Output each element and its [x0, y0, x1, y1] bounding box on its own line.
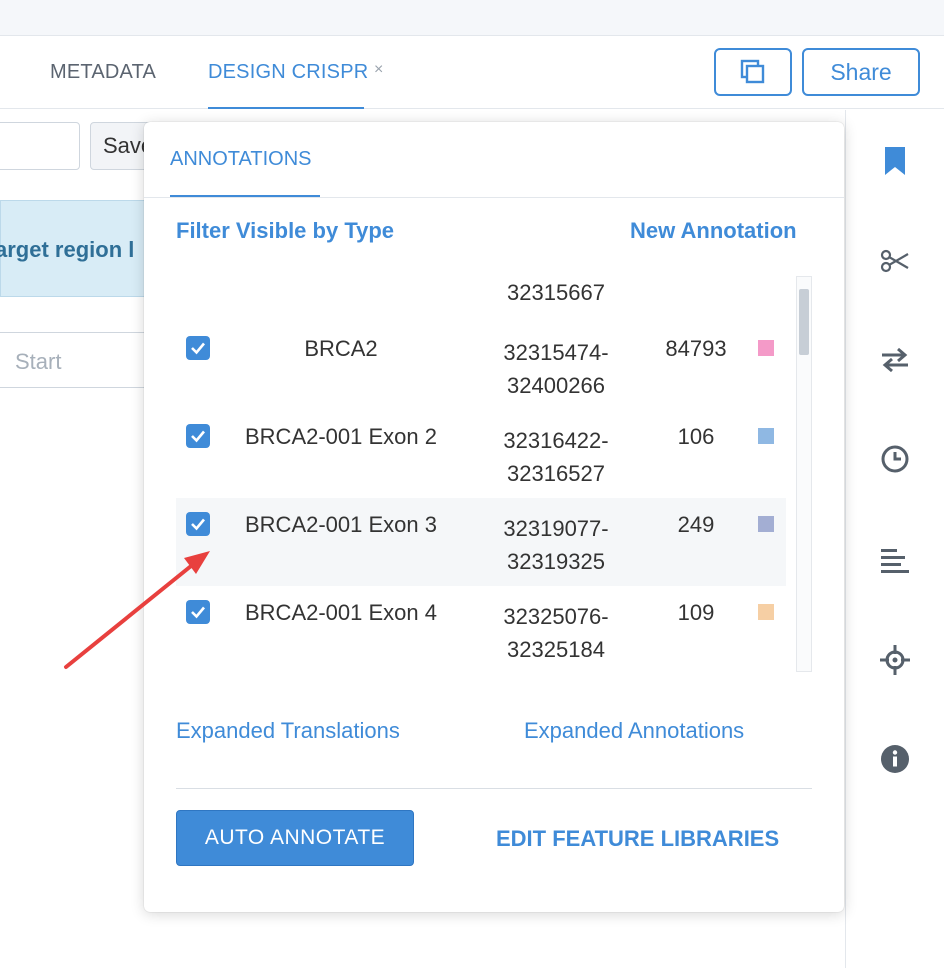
tab-annotations[interactable]: ANNOTATIONS: [170, 148, 311, 171]
range-start: 32316422-: [503, 428, 609, 453]
annotation-length: 106: [677, 424, 715, 449]
align-left-icon[interactable]: [878, 544, 912, 578]
annotation-name: BRCA2-001 Exon 3: [245, 512, 437, 537]
annotation-name: BRCA2-001 Exon 2: [245, 424, 437, 449]
expanded-translations-link[interactable]: Expanded Translations: [176, 718, 400, 744]
range-start: 32325076-: [503, 604, 609, 629]
tab-metadata[interactable]: METADATA: [50, 61, 156, 84]
top-strip: [0, 0, 944, 36]
annotation-name: BRCA2: [304, 336, 378, 361]
name-input[interactable]: [0, 122, 80, 170]
list-item[interactable]: BRCA2 32315474- 32400266 84793: [176, 322, 786, 410]
swap-arrows-icon[interactable]: [878, 343, 912, 377]
range-end: 32400266: [507, 373, 605, 398]
copy-button[interactable]: [714, 48, 792, 96]
range-start: 32315474-: [503, 340, 609, 365]
range-start: 32319077-: [503, 516, 609, 541]
row-checkbox[interactable]: [186, 424, 210, 448]
list-item[interactable]: BRCA2-001 Exon 2 32316422- 32316527 106: [176, 410, 786, 498]
copy-icon: [740, 59, 765, 84]
edit-feature-libraries-button[interactable]: EDIT FEATURE LIBRARIES: [496, 826, 779, 852]
scissors-icon[interactable]: [878, 244, 912, 278]
color-swatch[interactable]: [758, 340, 774, 356]
color-swatch[interactable]: [758, 428, 774, 444]
tab-design-crispr[interactable]: DESIGN CRISPR: [208, 61, 368, 84]
list-item[interactable]: BRCA2-001 Exon 3 32319077- 32319325 249: [176, 498, 786, 586]
annotations-panel: ANNOTATIONS Filter Visible by Type New A…: [144, 122, 844, 912]
list-scrollbar[interactable]: [796, 276, 812, 672]
color-swatch[interactable]: [758, 516, 774, 532]
checkmark-icon: [191, 518, 205, 531]
annotation-length: 249: [677, 512, 715, 537]
share-button[interactable]: Share: [802, 48, 920, 96]
target-region-banner: arget region l: [0, 200, 160, 297]
banner-text: arget region l: [0, 237, 135, 262]
annotation-length: 109: [677, 600, 715, 625]
checkmark-icon: [191, 342, 205, 355]
bookmark-icon[interactable]: [878, 144, 912, 178]
annotation-range: 32315474- 32400266: [476, 336, 636, 402]
list-item[interactable]: BRCA2-001 Exon 4 32325076- 32325184 109: [176, 586, 786, 674]
start-input[interactable]: Start: [0, 332, 156, 388]
range-end: 32316527: [507, 461, 605, 486]
annotation-range: 32316422- 32316527: [476, 424, 636, 490]
annotation-name: BRCA2-001 Exon 4: [245, 600, 437, 625]
right-sidebar: [845, 110, 944, 968]
crosshair-icon[interactable]: [878, 643, 912, 677]
clock-icon[interactable]: [878, 442, 912, 476]
footer-divider: [176, 788, 812, 789]
partial-range-end: 32315667: [507, 280, 605, 305]
annotation-length: 84793: [665, 336, 727, 361]
tab-close-icon[interactable]: ×: [374, 61, 383, 79]
panel-divider: [144, 197, 844, 198]
checkmark-icon: [191, 430, 205, 443]
filter-visible-link[interactable]: Filter Visible by Type: [176, 218, 394, 244]
row-checkbox[interactable]: [186, 600, 210, 624]
checkmark-icon: [191, 606, 205, 619]
row-checkbox[interactable]: [186, 336, 210, 360]
range-end: 32325184: [507, 637, 605, 662]
expanded-annotations-link[interactable]: Expanded Annotations: [524, 718, 744, 744]
info-icon[interactable]: [878, 742, 912, 776]
annotation-range: 32319077- 32319325: [476, 512, 636, 578]
new-annotation-link[interactable]: New Annotation: [630, 218, 797, 244]
range-end: 32319325: [507, 549, 605, 574]
row-checkbox[interactable]: [186, 512, 210, 536]
annotation-list: 32315667 BRCA2 32315474- 32400266 84793 …: [176, 274, 812, 674]
start-placeholder: Start: [15, 349, 62, 374]
active-tab-underline: [208, 107, 364, 109]
annotation-range: 32325076- 32325184: [476, 600, 636, 666]
scrollbar-thumb[interactable]: [799, 289, 809, 355]
color-swatch[interactable]: [758, 604, 774, 620]
auto-annotate-button[interactable]: AUTO ANNOTATE: [176, 810, 414, 866]
